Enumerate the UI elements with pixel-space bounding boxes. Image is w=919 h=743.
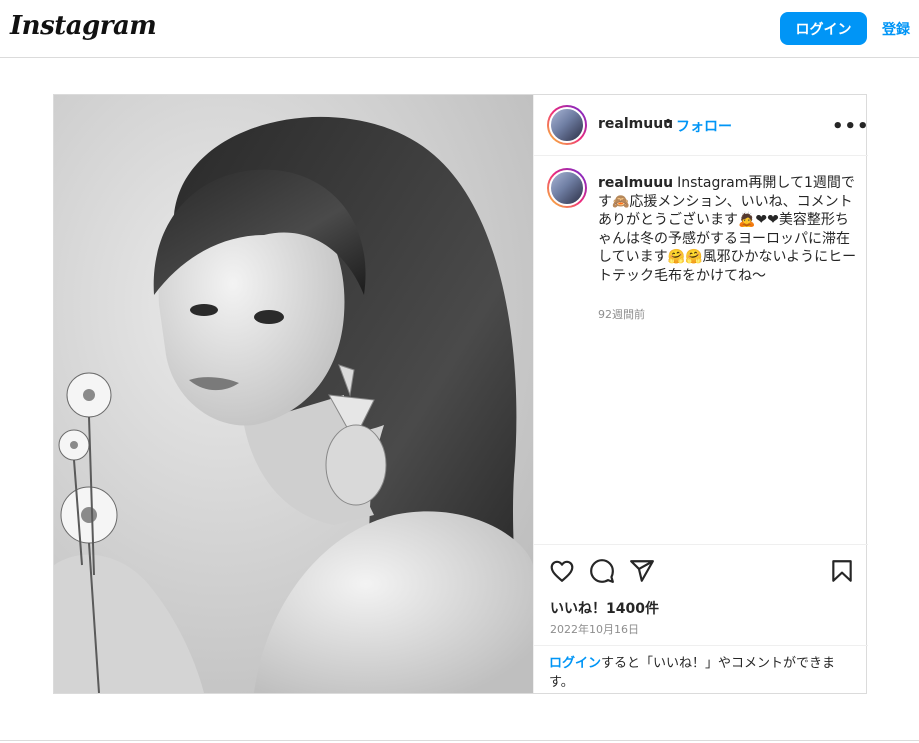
separator-dot: • <box>664 114 673 130</box>
bookmark-icon[interactable] <box>829 558 855 584</box>
post-username[interactable]: realmuuu <box>598 116 673 132</box>
more-options-icon[interactable]: ••• <box>832 116 870 137</box>
follow-button[interactable]: フォロー <box>676 116 732 136</box>
post-sidebar: realmuuu • フォロー ••• realmuuu Instagram再開し… <box>533 95 870 693</box>
instagram-logo[interactable]: Instagram <box>10 11 157 41</box>
caption-avatar[interactable] <box>547 168 587 208</box>
comment-icon[interactable] <box>589 558 615 584</box>
top-navigation-bar: Instagram ログイン 登録 <box>0 0 919 58</box>
caption-timestamp[interactable]: 92週間前 <box>598 306 645 322</box>
signup-link[interactable]: 登録 <box>882 19 910 39</box>
post-caption: realmuuu Instagram再開して1週間です🙈応援メンション、いいね、コ… <box>598 174 860 285</box>
footer-divider <box>0 740 919 741</box>
post-actions: いいね！1400件 2022年10月16日 ログインすると「いいね！」やコメント… <box>534 544 868 692</box>
caption-username[interactable]: realmuuu <box>598 175 673 191</box>
caption-text: Instagram再開して1週間です🙈応援メンション、いいね、コメントありがとう… <box>598 175 857 284</box>
portrait-image <box>54 95 533 693</box>
likes-count[interactable]: いいね！1400件 <box>550 598 659 618</box>
post-date[interactable]: 2022年10月16日 <box>550 621 639 637</box>
share-icon[interactable] <box>629 558 655 584</box>
caption-section: realmuuu Instagram再開して1週間です🙈応援メンション、いいね、コ… <box>534 156 868 536</box>
post-card: realmuuu • フォロー ••• realmuuu Instagram再開し… <box>53 94 870 694</box>
avatar[interactable] <box>547 105 587 145</box>
post-photo[interactable] <box>54 95 533 693</box>
login-prompt: ログインすると「いいね！」やコメントができます。 <box>534 645 868 693</box>
like-heart-icon[interactable] <box>549 558 575 584</box>
login-button[interactable]: ログイン <box>780 12 867 45</box>
post-header: realmuuu • フォロー ••• <box>534 95 870 156</box>
login-prompt-link[interactable]: ログイン <box>549 656 601 671</box>
